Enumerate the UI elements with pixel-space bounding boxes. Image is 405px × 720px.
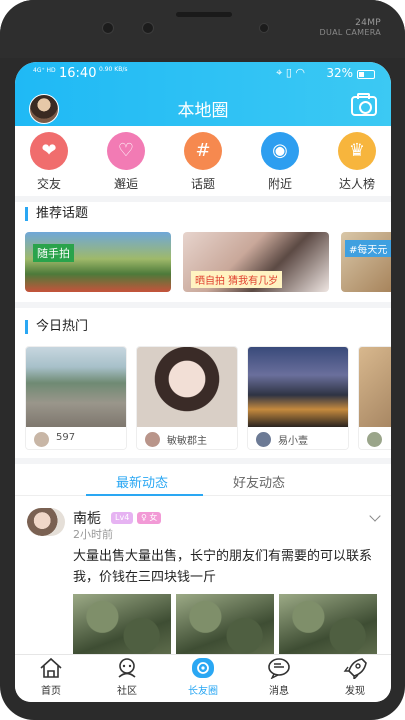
- avatar[interactable]: [27, 508, 65, 536]
- divider: [15, 458, 391, 464]
- gender-badge: ♀ 女: [137, 512, 162, 524]
- topic-caption: 随手拍: [33, 244, 74, 262]
- message-icon: [266, 657, 292, 680]
- home-icon: [38, 657, 64, 679]
- phone-frame: 24MP DUAL CAMERA 4G⁺ HD 16:40 0.90 KB/s …: [0, 0, 405, 720]
- hot-author: 597: [56, 432, 76, 443]
- rocket-icon: [342, 657, 368, 681]
- hot-author: 敏敏郡主: [167, 436, 207, 447]
- post-time: 2小时前: [73, 528, 113, 541]
- section-title-hot: 今日热门: [25, 320, 88, 334]
- location-icon: ◉: [261, 132, 299, 170]
- hot-card-footer: [359, 427, 391, 449]
- camera-label-dual: DUAL CAMERA: [319, 28, 381, 37]
- nav-item-community[interactable]: 社区: [97, 657, 157, 697]
- topic-caption: #每天元: [345, 240, 391, 257]
- hot-card-footer: 易小壹: [248, 427, 348, 449]
- hot-image: [248, 347, 348, 427]
- battery-icon: [357, 70, 375, 79]
- app-header: 4G⁺ HD 16:40 0.90 KB/s ⌖ ▯ ◠ 32% 本地圈: [15, 62, 391, 126]
- battery-percent: 32%: [326, 66, 353, 80]
- quick-link-nearby[interactable]: ◉ 附近: [248, 132, 312, 192]
- quick-link-label: 邂逅: [113, 177, 138, 191]
- quick-link-label: 交友: [36, 177, 61, 191]
- quick-link-encounter[interactable]: ♡ 邂逅: [94, 132, 158, 192]
- hot-image: [137, 347, 237, 427]
- status-bar: 4G⁺ HD 16:40 0.90 KB/s ⌖ ▯ ◠ 32%: [15, 65, 391, 83]
- circle-icon: [190, 657, 216, 679]
- bottom-nav: 首页 社区 长友圈 消息 发现: [15, 654, 391, 702]
- avatar: [256, 432, 271, 447]
- feed-post[interactable]: 南栀 Lv4 ♀ 女 2小时前 大量出售大量出售，长宁的朋友们有需要的可以联系我…: [15, 504, 391, 670]
- topic-carousel[interactable]: 随手拍 晒自拍 猜我有几岁 #每天元: [25, 232, 391, 294]
- heartbeat-icon: ♡: [107, 132, 145, 170]
- topic-card[interactable]: 晒自拍 猜我有几岁: [183, 232, 329, 292]
- quick-link-label: 附近: [267, 177, 292, 191]
- front-camera-icon: [142, 22, 154, 34]
- tab-indicator: [86, 494, 203, 496]
- hot-image: [26, 347, 126, 427]
- hot-card-footer: 敏敏郡主: [137, 427, 237, 449]
- front-sensor-icon: [102, 22, 114, 34]
- avatar: [367, 432, 382, 447]
- camera-label-mp: 24MP: [355, 18, 381, 28]
- quick-link-label: 话题: [190, 177, 215, 191]
- avatar: [145, 432, 160, 447]
- hot-carousel[interactable]: 597 敏敏郡主 易小壹: [25, 346, 391, 452]
- chevron-down-icon[interactable]: [369, 510, 381, 522]
- hot-card[interactable]: 易小壹: [247, 346, 349, 450]
- quick-link-label: 达人榜: [338, 177, 375, 191]
- divider: [15, 196, 391, 202]
- quick-links: ❤ 交友 ♡ 邂逅 # 话题 ◉ 附近 ♛ 达人榜: [15, 132, 391, 194]
- quick-link-topics[interactable]: # 话题: [171, 132, 235, 192]
- post-text: 大量出售大量出售，长宁的朋友们有需要的可以联系我，价钱在三四块钱一斤: [73, 549, 373, 585]
- network-speed: 0.90 KB/s: [99, 66, 128, 73]
- feed-tabs: 最新动态 好友动态: [15, 466, 391, 496]
- nav-label: 社区: [117, 686, 137, 697]
- quick-link-ranking[interactable]: ♛ 达人榜: [325, 132, 389, 192]
- quick-link-friends[interactable]: ❤ 交友: [17, 132, 81, 192]
- topic-card[interactable]: #每天元: [341, 232, 391, 292]
- crown-icon: ♛: [338, 132, 376, 170]
- heart-icon: ❤: [30, 132, 68, 170]
- hot-author: 易小壹: [278, 436, 308, 447]
- topic-card[interactable]: 随手拍: [25, 232, 171, 292]
- nav-item-circle[interactable]: 长友圈: [173, 657, 233, 697]
- proximity-sensor-icon: [259, 23, 269, 33]
- section-title-topics: 推荐话题: [25, 207, 88, 221]
- nav-item-home[interactable]: 首页: [21, 657, 81, 697]
- level-badge: Lv4: [111, 512, 134, 524]
- hot-card[interactable]: 敏敏郡主: [136, 346, 238, 450]
- tab-friends[interactable]: 好友动态: [233, 472, 285, 491]
- avatar: [34, 432, 49, 447]
- nav-label: 长友圈: [188, 686, 218, 697]
- hot-card[interactable]: 597: [25, 346, 127, 450]
- community-icon: [114, 657, 140, 679]
- nav-label: 首页: [41, 686, 61, 697]
- earpiece-speaker: [176, 12, 232, 17]
- phone-top-bezel: 24MP DUAL CAMERA: [0, 0, 405, 58]
- nav-label: 发现: [345, 686, 365, 697]
- nav-label: 消息: [269, 686, 289, 697]
- status-time: 16:40: [59, 66, 97, 81]
- signal-indicator: 4G⁺ HD: [33, 67, 56, 74]
- app-screen: 4G⁺ HD 16:40 0.90 KB/s ⌖ ▯ ◠ 32% 本地圈 ❤ 交…: [15, 62, 391, 702]
- hot-image: [359, 347, 391, 427]
- hot-card-footer: 597: [26, 427, 126, 449]
- tab-latest[interactable]: 最新动态: [116, 472, 168, 491]
- post-author[interactable]: 南栀: [73, 508, 101, 528]
- hot-card[interactable]: [358, 346, 391, 450]
- camera-icon[interactable]: [351, 93, 377, 116]
- camera-label: 24MP DUAL CAMERA: [319, 18, 381, 38]
- nav-item-messages[interactable]: 消息: [249, 657, 309, 697]
- nav-item-discover[interactable]: 发现: [325, 657, 385, 697]
- divider: [15, 302, 391, 308]
- topic-caption: 晒自拍 猜我有几岁: [191, 271, 283, 288]
- hashtag-icon: #: [184, 132, 222, 170]
- page-title: 本地圈: [177, 101, 229, 121]
- status-icons: ⌖ ▯ ◠: [276, 66, 305, 79]
